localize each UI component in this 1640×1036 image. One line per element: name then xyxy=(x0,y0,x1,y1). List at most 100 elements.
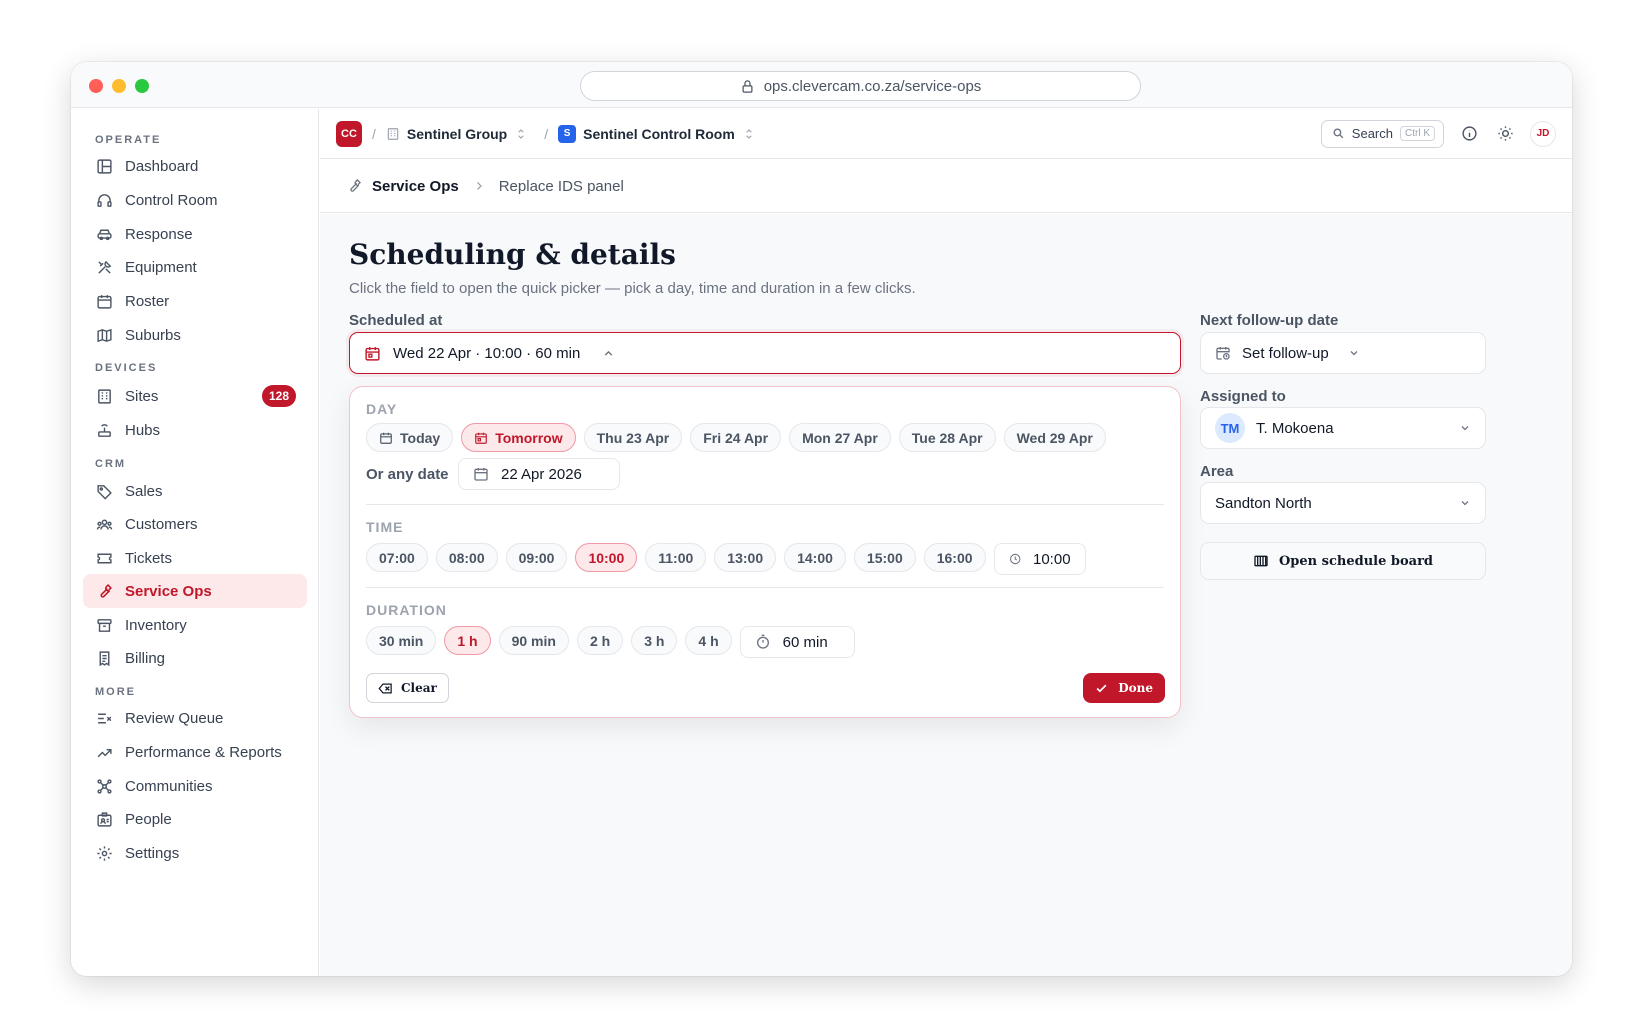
sidebar-item-response[interactable]: Response xyxy=(83,217,307,251)
search-button[interactable]: Search Ctrl K xyxy=(1320,119,1444,148)
time-chip[interactable]: 15:00 xyxy=(853,543,916,572)
any-date-label: Or any date xyxy=(366,466,449,483)
time-chip[interactable]: 09:00 xyxy=(505,543,568,572)
workspace-name: Sentinel Control Room xyxy=(583,125,735,142)
search-shortcut: Ctrl K xyxy=(1400,126,1435,141)
sidebar-item-suburbs[interactable]: Suburbs xyxy=(83,318,307,352)
sidebar-item-customers[interactable]: Customers xyxy=(83,507,307,541)
clear-button[interactable]: Clear xyxy=(366,673,449,703)
org-switcher[interactable]: Sentinel Group xyxy=(386,126,528,142)
clear-button-label: Clear xyxy=(401,681,437,695)
followup-date-field[interactable]: Set follow-up xyxy=(1200,332,1486,374)
sidebar-item-label: Inventory xyxy=(125,616,187,634)
sidebar-item-label: Review Queue xyxy=(125,709,224,727)
duration-chip[interactable]: 4 h xyxy=(685,626,732,655)
sites-count-badge: 128 xyxy=(261,385,296,407)
sidebar-item-tickets[interactable]: Tickets xyxy=(83,541,307,575)
sidebar-item-control-room[interactable]: Control Room xyxy=(83,183,307,217)
any-date-value: 22 Apr 2026 xyxy=(501,465,582,483)
any-date-input[interactable]: 22 Apr 2026 xyxy=(458,458,620,490)
chip-label: Wed 29 Apr xyxy=(1016,429,1093,446)
close-window-button[interactable] xyxy=(89,79,103,93)
duration-chip[interactable]: 30 min xyxy=(366,626,437,655)
stopwatch-icon xyxy=(756,634,769,649)
sidebar-item-sites[interactable]: Sites 128 xyxy=(83,379,307,413)
chip-label: Fri 24 Apr xyxy=(703,429,769,446)
assignee-name: T. Mokoena xyxy=(1256,419,1334,437)
building-icon xyxy=(98,388,111,404)
maximize-window-button[interactable] xyxy=(135,79,149,93)
assigned-to-select[interactable]: TM T. Mokoena xyxy=(1200,407,1486,449)
day-chip-today[interactable]: Today xyxy=(366,423,454,452)
sidebar-section-more: MORE xyxy=(95,686,136,698)
hub-icon xyxy=(98,423,111,437)
duration-chip-selected[interactable]: 1 h xyxy=(444,626,491,655)
sidebar-item-service-ops[interactable]: Service Ops xyxy=(83,574,307,608)
day-chip[interactable]: Mon 27 Apr xyxy=(789,423,891,452)
time-chip[interactable]: 14:00 xyxy=(784,543,846,572)
day-chips: Today Tomorrow Thu 23 Apr Fri 24 Apr Mon… xyxy=(366,423,1106,452)
workspace-switcher[interactable]: S Sentinel Control Room xyxy=(558,124,756,143)
sidebar-item-label: People xyxy=(125,810,172,828)
lock-icon xyxy=(742,79,753,93)
chip-label: 10:00 xyxy=(588,549,625,566)
gear-icon xyxy=(97,845,112,861)
duration-section-label: DURATION xyxy=(366,602,447,618)
sidebar-item-performance-reports[interactable]: Performance & Reports xyxy=(83,735,307,769)
day-chip[interactable]: Tue 28 Apr xyxy=(898,423,996,452)
sidebar-item-equipment[interactable]: Equipment xyxy=(83,250,307,284)
sidebar-section-crm: CRM xyxy=(95,458,127,470)
map-icon xyxy=(97,328,112,342)
time-chip[interactable]: 11:00 xyxy=(645,543,707,572)
wrench-icon xyxy=(100,583,112,598)
sidebar-item-roster[interactable]: Roster xyxy=(83,284,307,318)
minimize-window-button[interactable] xyxy=(112,79,126,93)
time-section-label: TIME xyxy=(366,519,404,535)
duration-chip[interactable]: 2 h xyxy=(576,626,624,655)
custom-duration-input[interactable]: 60 min xyxy=(739,626,855,658)
chip-label: 13:00 xyxy=(727,549,764,566)
day-chip[interactable]: Fri 24 Apr xyxy=(690,423,782,452)
info-button[interactable] xyxy=(1458,123,1480,145)
done-button[interactable]: Done xyxy=(1083,673,1165,703)
chevron-down-icon xyxy=(1461,501,1469,506)
sidebar-item-settings[interactable]: Settings xyxy=(83,836,307,870)
sidebar-item-billing[interactable]: Billing xyxy=(83,641,307,675)
day-chip[interactable]: Thu 23 Apr xyxy=(583,423,683,452)
time-chip[interactable]: 07:00 xyxy=(366,543,428,572)
sidebar-item-hubs[interactable]: Hubs xyxy=(83,413,307,447)
chip-label: 4 h xyxy=(698,632,719,649)
area-select[interactable]: Sandton North xyxy=(1200,482,1486,524)
sidebar-item-communities[interactable]: Communities xyxy=(83,769,307,803)
breadcrumb-section-link[interactable]: Service Ops xyxy=(372,178,459,195)
scheduled-at-field[interactable]: Wed 22 Apr · 10:00 · 60 min xyxy=(349,332,1181,374)
sidebar-item-sales[interactable]: Sales xyxy=(83,474,307,508)
time-chip-selected[interactable]: 10:00 xyxy=(575,543,638,572)
open-schedule-board-button[interactable]: Open schedule board xyxy=(1200,542,1486,580)
chip-label: Tomorrow xyxy=(495,429,563,446)
user-avatar[interactable]: JD xyxy=(1530,120,1556,147)
sidebar-item-label: Service Ops xyxy=(125,582,212,600)
url-text: ops.clevercam.co.za/service-ops xyxy=(763,77,982,95)
main-content: Scheduling & details Click the field to … xyxy=(320,214,1572,976)
time-chip[interactable]: 16:00 xyxy=(923,543,986,572)
time-chip[interactable]: 08:00 xyxy=(435,543,498,572)
day-chip[interactable]: Wed 29 Apr xyxy=(1003,423,1106,452)
chevron-updown-icon xyxy=(746,128,752,139)
address-bar[interactable]: ops.clevercam.co.za/service-ops xyxy=(580,71,1141,101)
day-chip-tomorrow[interactable]: Tomorrow xyxy=(461,423,576,452)
sidebar-item-review-queue[interactable]: Review Queue xyxy=(83,701,307,735)
sidebar-item-dashboard[interactable]: Dashboard xyxy=(83,149,307,183)
sidebar-item-inventory[interactable]: Inventory xyxy=(83,608,307,642)
sidebar-item-people[interactable]: People xyxy=(83,802,307,836)
time-chip[interactable]: 13:00 xyxy=(714,543,777,572)
theme-toggle-button[interactable] xyxy=(1494,123,1516,145)
duration-chip[interactable]: 90 min xyxy=(498,626,569,655)
company-logo[interactable]: CC xyxy=(336,120,362,147)
page-subtitle: Click the field to open the quick picker… xyxy=(349,280,916,297)
custom-time-input[interactable]: 10:00 xyxy=(993,543,1086,575)
duration-chip[interactable]: 3 h xyxy=(631,626,678,655)
chevron-up-icon xyxy=(605,350,613,356)
chip-label: 14:00 xyxy=(797,549,833,566)
chevron-right-icon xyxy=(476,182,482,190)
